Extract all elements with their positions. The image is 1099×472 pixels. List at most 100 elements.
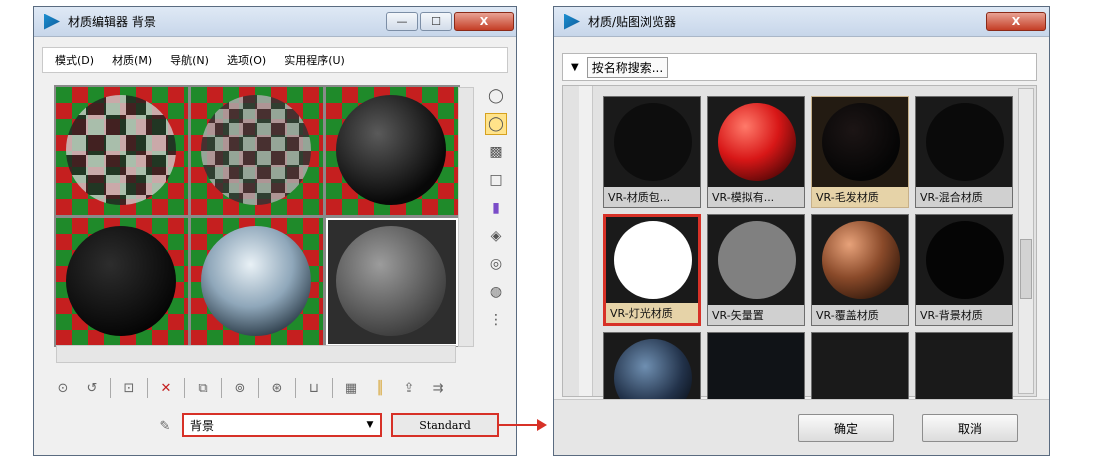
sample-slot-3[interactable]	[326, 87, 458, 215]
browser-scrollbar[interactable]	[1018, 88, 1034, 394]
ok-label: 确定	[833, 421, 858, 436]
sample-type-icon[interactable]: ◯	[485, 85, 507, 107]
material-tile[interactable]: VR-背景材质	[915, 214, 1013, 326]
browser-scroll-thumb[interactable]	[1020, 239, 1032, 299]
sample-slot-6[interactable]	[326, 218, 458, 346]
material-tile[interactable]: VR-毛发材质	[811, 96, 909, 208]
material-type-button[interactable]: Standard	[391, 413, 499, 437]
material-tile[interactable]: VR-覆盖材质	[811, 214, 909, 326]
tile-sphere	[822, 221, 900, 299]
maximize-button[interactable]: ☐	[420, 12, 452, 31]
options-icon[interactable]: ◎	[485, 253, 507, 275]
select-by-material-icon[interactable]: ◍	[485, 281, 507, 303]
sample-sphere	[66, 226, 176, 336]
search-triangle-icon[interactable]: ▼	[571, 62, 579, 73]
connector-arrow	[537, 419, 547, 431]
toolbar-separator	[110, 378, 111, 398]
material-tile[interactable]: VR-材质包...	[603, 96, 701, 208]
editor-title: 材质编辑器 背景	[68, 15, 156, 29]
connector-line	[497, 424, 537, 426]
sample-slot-1[interactable]	[56, 87, 188, 215]
material-tile[interactable]: VR-混合材质	[915, 96, 1013, 208]
eyedropper-icon[interactable]: ✎	[154, 415, 176, 437]
sample-slot-2[interactable]	[191, 87, 323, 215]
tile-label: VR-模拟有...	[708, 187, 804, 207]
menu-mode[interactable]: 模式(D)	[55, 52, 94, 68]
chevron-down-icon[interactable]: ▼	[363, 418, 377, 432]
assign-to-selection-icon[interactable]: ⊡	[118, 377, 140, 399]
material-editor-window: 材质编辑器 背景 — ☐ X 模式(D) 材质(M) 导航(N) 选项(O) 实…	[33, 6, 517, 456]
close-button[interactable]: X	[986, 12, 1046, 31]
tile-label: VR-材质包...	[604, 187, 700, 207]
ok-button[interactable]: 确定	[798, 414, 894, 442]
material-grid: VR-材质包... VR-模拟有... VR-毛发材质 VR-混合材质 VR-灯…	[603, 96, 1013, 444]
material-map-navigator-icon[interactable]: ⋮	[485, 309, 507, 331]
tile-sphere	[614, 103, 692, 181]
backlight-icon[interactable]: ◯	[485, 113, 507, 135]
tile-label: VR-背景材质	[916, 305, 1012, 325]
menu-material[interactable]: 材质(M)	[112, 52, 152, 68]
material-name-dropdown[interactable]: 背景 ▼	[182, 413, 382, 437]
toolbar-separator	[221, 378, 222, 398]
uv-tiling-icon[interactable]: □	[485, 169, 507, 191]
bottom-toolbar: ⊙ ↺ ⊡ ✕ ⧉ ⊚ ⊛ ⊔ ▦ ║ ⇪ ⇉	[52, 377, 449, 399]
material-tile[interactable]: VR-模拟有...	[707, 96, 805, 208]
cancel-button[interactable]: 取消	[922, 414, 1018, 442]
copy-icon[interactable]: ⧉	[192, 377, 214, 399]
minimize-button[interactable]: —	[386, 12, 418, 31]
toolbar-separator	[147, 378, 148, 398]
material-browser-window: 材质/贴图浏览器 X ▼ 按名称搜索... VR-材质包... VR-模拟有..…	[553, 6, 1050, 456]
go-forward-icon[interactable]: ⇉	[427, 377, 449, 399]
sample-slot-4[interactable]	[56, 218, 188, 346]
sample-slot-5[interactable]	[191, 218, 323, 346]
effects-channel-icon[interactable]: ⊔	[303, 377, 325, 399]
app-logo-icon	[44, 13, 60, 30]
go-to-parent-icon[interactable]: ⇪	[398, 377, 420, 399]
get-material-icon[interactable]: ⊙	[52, 377, 74, 399]
menu-options[interactable]: 选项(O)	[227, 52, 266, 68]
reset-icon[interactable]: ✕	[155, 377, 177, 399]
show-end-result-icon[interactable]: ║	[369, 377, 391, 399]
sample-sphere	[201, 226, 311, 336]
slots-horizontal-scrollbar[interactable]	[56, 345, 456, 363]
put-to-library-icon[interactable]: ⊛	[266, 377, 288, 399]
sample-sphere	[201, 95, 311, 205]
tile-sphere	[614, 221, 692, 299]
side-toolbar: ◯ ◯ ▩ □ ▮ ◈ ◎ ◍ ⋮	[482, 85, 510, 331]
material-tile-selected[interactable]: VR-灯光材质	[603, 214, 701, 326]
search-input[interactable]: ▼ 按名称搜索...	[562, 53, 1037, 81]
tile-sphere	[718, 221, 796, 299]
material-type-label: Standard	[419, 418, 471, 432]
browser-title: 材质/贴图浏览器	[588, 15, 677, 29]
toolbar-separator	[332, 378, 333, 398]
cancel-label: 取消	[957, 421, 982, 436]
material-tile[interactable]: VR-矢量置	[707, 214, 805, 326]
toolbar-separator	[295, 378, 296, 398]
tile-sphere	[822, 103, 900, 181]
close-button[interactable]: X	[454, 12, 514, 31]
tile-sphere	[718, 103, 796, 181]
tile-sphere	[926, 103, 1004, 181]
browser-footer: 确定 取消	[554, 399, 1049, 455]
unique-icon[interactable]: ⊚	[229, 377, 251, 399]
sample-sphere	[336, 226, 446, 336]
put-to-scene-icon[interactable]: ↺	[81, 377, 103, 399]
make-preview-icon[interactable]: ◈	[485, 225, 507, 247]
browser-titlebar: 材质/贴图浏览器 X	[554, 7, 1049, 37]
tile-label: VR-毛发材质	[812, 187, 908, 207]
app-logo-icon	[564, 13, 580, 30]
slots-vertical-scrollbar[interactable]	[458, 87, 474, 347]
tile-sphere	[926, 221, 1004, 299]
menu-navigation[interactable]: 导航(N)	[170, 52, 209, 68]
show-map-icon[interactable]: ▦	[340, 377, 362, 399]
video-check-icon[interactable]: ▮	[485, 197, 507, 219]
material-list: VR-材质包... VR-模拟有... VR-毛发材质 VR-混合材质 VR-灯…	[562, 85, 1037, 444]
tile-label: VR-矢量置	[708, 305, 804, 325]
sample-sphere	[66, 95, 176, 205]
menu-utilities[interactable]: 实用程序(U)	[284, 52, 345, 68]
toolbar-separator	[184, 378, 185, 398]
tile-label: VR-灯光材质	[606, 303, 698, 323]
tree-gutter	[579, 86, 593, 396]
editor-titlebar: 材质编辑器 背景 — ☐ X	[34, 7, 516, 37]
background-icon[interactable]: ▩	[485, 141, 507, 163]
